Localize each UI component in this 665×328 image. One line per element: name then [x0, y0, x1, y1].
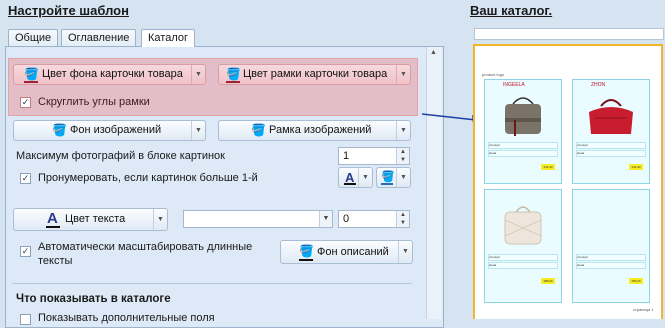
- numerate-label: Пронумеровать, если картинок больше 1-й: [38, 172, 258, 184]
- tab-general[interactable]: Общие: [8, 29, 59, 46]
- handbag-image: [505, 97, 541, 136]
- max-photos-label: Максимум фотографий в блоке картинок: [16, 150, 225, 162]
- left-title: Настройте шаблон: [8, 3, 129, 18]
- stepper-arrows-icon[interactable]: ▲ ▼: [396, 148, 409, 164]
- product-field-row: Артикул: [576, 142, 646, 149]
- price-tag: 344,00: [629, 164, 643, 170]
- font-select[interactable]: ▼: [183, 210, 333, 228]
- right-title: Ваш каталог.: [470, 3, 553, 18]
- color-swatch: [344, 183, 356, 185]
- desc-bg-label: Фон описаний: [317, 246, 389, 258]
- brand-label: INGEELA: [503, 82, 525, 88]
- chevron-down-icon[interactable]: ▼: [319, 211, 332, 227]
- panel-scrollbar[interactable]: ▲: [426, 47, 442, 319]
- paint-bucket-icon: 🪣: [52, 123, 67, 137]
- paint-bucket-icon: 🪣: [251, 123, 266, 137]
- product-field-row: Цена: [576, 262, 646, 269]
- preview-toolbar: [474, 28, 664, 40]
- price-tag: 388,00: [541, 278, 555, 284]
- numerate-checkbox[interactable]: ✓: [20, 173, 31, 184]
- section-heading: Что показывать в каталоге: [16, 293, 171, 305]
- number-text-color-button[interactable]: A ▼: [338, 167, 373, 188]
- scroll-up-arrow-icon[interactable]: ▲: [430, 49, 437, 56]
- card-bg-color-button[interactable]: 🪣 Цвет фона карточки товара ▼: [13, 64, 206, 85]
- max-photos-stepper[interactable]: 1 ▲ ▼: [338, 147, 410, 165]
- color-swatch: [381, 183, 393, 185]
- chevron-down-icon[interactable]: ▼: [153, 209, 167, 230]
- chevron-down-icon[interactable]: ▼: [191, 121, 205, 140]
- product-field-row: Цена: [488, 150, 558, 157]
- paint-bucket-icon: 🪣: [24, 67, 39, 81]
- product-card: INGEELA Артикул Цена 332,00: [484, 79, 562, 184]
- product-field-row: Артикул: [488, 254, 558, 261]
- arrow-line: [421, 113, 477, 121]
- preview-footer: страница 1: [633, 307, 654, 312]
- autoscale-checkbox[interactable]: ✓: [20, 246, 31, 257]
- separator: [12, 283, 412, 284]
- round-corners-label: Скруглить углы рамки: [38, 96, 150, 108]
- color-swatch: [24, 81, 38, 83]
- image-border-button[interactable]: 🪣 Рамка изображений ▼: [218, 120, 411, 141]
- text-color-button[interactable]: A Цвет текста ▼: [13, 208, 168, 231]
- card-border-color-button[interactable]: 🪣 Цвет рамки карточки товара ▼: [218, 64, 411, 85]
- chevron-down-icon[interactable]: ▼: [396, 65, 410, 84]
- product-card: ZHON Артикул Цена 344,00: [572, 79, 650, 184]
- chevron-down-icon[interactable]: ▼: [396, 168, 410, 187]
- image-bg-button[interactable]: 🪣 Фон изображений ▼: [13, 120, 206, 141]
- image-bg-label: Фон изображений: [70, 124, 162, 136]
- product-card: Артикул Цена 388,00: [484, 189, 562, 303]
- product-field-row: Артикул: [576, 254, 646, 261]
- card-bg-color-label: Цвет фона карточки товара: [42, 68, 183, 80]
- product-field-row: Артикул: [488, 142, 558, 149]
- round-corners-checkbox[interactable]: ✓: [20, 97, 31, 108]
- product-field-row: Цена: [488, 262, 558, 269]
- preview-header: product logo: [482, 72, 505, 77]
- chevron-down-icon[interactable]: ▼: [398, 241, 412, 263]
- paint-bucket-icon: 🪣: [299, 244, 314, 258]
- image-border-label: Рамка изображений: [269, 124, 372, 136]
- brand-label: ZHON: [591, 82, 606, 88]
- chevron-down-icon[interactable]: ▼: [358, 168, 372, 187]
- font-size-value: 0: [343, 213, 350, 225]
- paint-bucket-icon: 🪣: [381, 171, 395, 183]
- chevron-down-icon[interactable]: ▼: [396, 121, 410, 140]
- handbag-image: [589, 99, 633, 134]
- price-tag: 356,00: [629, 278, 643, 284]
- card-border-color-label: Цвет рамки карточки товара: [243, 68, 388, 80]
- price-tag: 332,00: [541, 164, 555, 170]
- handbag-image: [504, 206, 542, 245]
- stepper-arrows-icon[interactable]: ▲ ▼: [396, 211, 409, 227]
- text-color-label: Цвет текста: [65, 213, 126, 225]
- color-swatch: [46, 226, 60, 228]
- catalog-preview: product logo INGEELA Артикул Цена 332,00…: [473, 44, 663, 319]
- paint-bucket-icon: 🪣: [226, 67, 241, 81]
- product-card: Артикул Цена 356,00: [572, 189, 650, 303]
- color-swatch: [299, 259, 313, 261]
- extra-fields-label: Показывать дополнительные поля: [38, 312, 215, 324]
- extra-fields-checkbox[interactable]: [20, 314, 31, 325]
- color-swatch: [226, 81, 240, 83]
- desc-bg-button[interactable]: 🪣 Фон описаний ▼: [280, 240, 413, 264]
- tab-catalog[interactable]: Каталог: [141, 29, 195, 47]
- product-field-row: Цена: [576, 150, 646, 157]
- max-photos-value: 1: [343, 150, 350, 162]
- number-bg-color-button[interactable]: 🪣 ▼: [376, 167, 411, 188]
- tab-contents[interactable]: Оглавление: [61, 29, 137, 46]
- font-size-stepper[interactable]: 0 ▲ ▼: [338, 210, 410, 228]
- chevron-down-icon[interactable]: ▼: [191, 65, 205, 84]
- autoscale-label: Автоматически масштабировать длинные тек…: [38, 241, 253, 267]
